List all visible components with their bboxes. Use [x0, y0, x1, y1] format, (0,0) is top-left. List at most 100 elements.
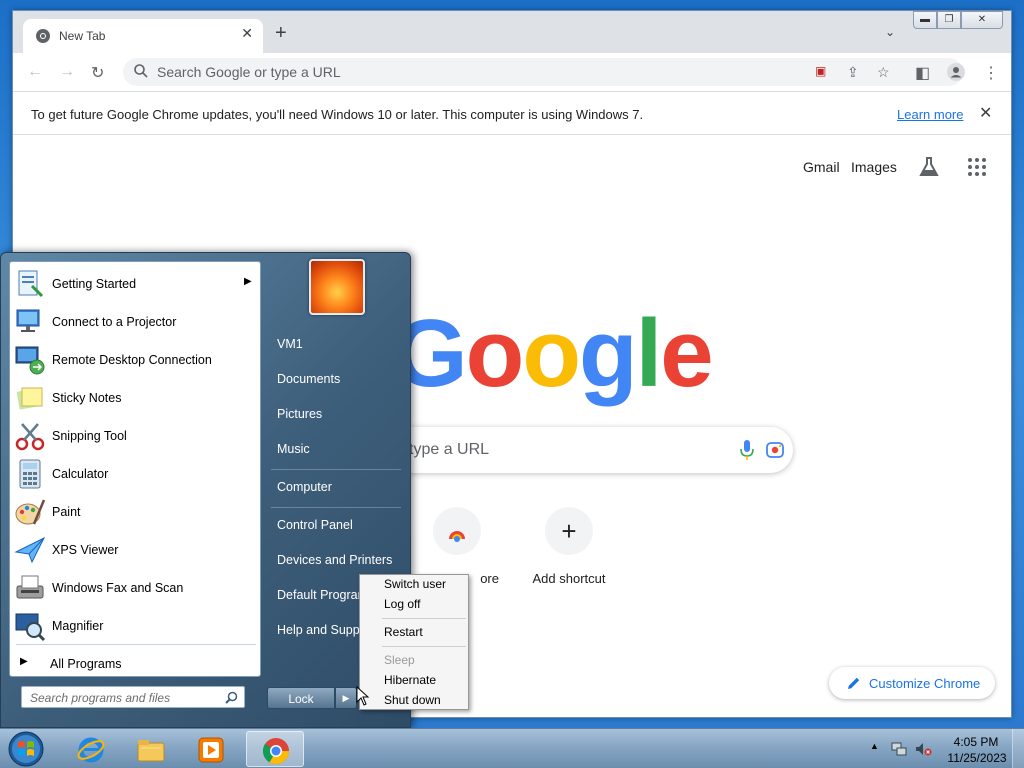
customize-chrome-button[interactable]: Customize Chrome	[829, 667, 995, 699]
search-icon	[134, 64, 148, 78]
right-item-devices-printers[interactable]: Devices and Printers	[269, 545, 405, 575]
add-shortcut-label: Add shortcut	[532, 571, 606, 586]
all-programs-label: All Programs	[50, 657, 122, 671]
gmail-link[interactable]: Gmail	[803, 159, 840, 175]
search-icon	[225, 691, 238, 704]
show-desktop-button[interactable]	[1012, 729, 1024, 768]
window-controls: ▬ ❐ ✕	[913, 11, 1003, 31]
address-bar[interactable]: Search Google or type a URL ▣ ⇪ ☆	[123, 58, 963, 86]
restore-button[interactable]: ❐	[937, 11, 961, 29]
program-snipping-tool[interactable]: Snipping Tool	[12, 418, 258, 454]
program-label: XPS Viewer	[52, 543, 119, 557]
right-item-control-panel[interactable]: Control Panel	[269, 510, 405, 540]
xps-viewer-icon	[14, 536, 46, 564]
right-item-label: Music	[277, 442, 310, 456]
taskbar-internet-explorer[interactable]	[62, 731, 120, 767]
program-magnifier[interactable]: Magnifier	[12, 608, 258, 644]
menu-item-label: Shut down	[384, 693, 441, 707]
start-menu: Getting Started ▶ Connect to a Projector…	[0, 252, 411, 728]
program-calculator[interactable]: Calculator	[12, 456, 258, 492]
web-store-icon	[449, 531, 465, 542]
program-label: Magnifier	[52, 619, 104, 633]
add-shortcut-tile[interactable]: + Add shortcut	[513, 507, 625, 595]
program-xps-viewer[interactable]: XPS Viewer	[12, 532, 258, 568]
power-options-arrow-icon[interactable]: ▶	[335, 687, 357, 709]
add-shortcut-circle: +	[545, 507, 593, 555]
program-connect-projector[interactable]: Connect to a Projector	[12, 304, 258, 340]
tab-close-icon[interactable]: ✕	[241, 25, 253, 42]
getting-started-icon	[18, 270, 44, 298]
menu-item-sleep: Sleep	[362, 651, 466, 671]
right-item-label: Pictures	[277, 407, 323, 421]
right-item-label: VM1	[277, 337, 303, 351]
taskbar-chrome[interactable]	[246, 731, 304, 767]
start-search-input[interactable]: Search programs and files	[21, 686, 245, 708]
right-item-documents[interactable]: Documents	[269, 364, 405, 394]
voice-search-mic-icon[interactable]	[739, 439, 755, 461]
right-item-music[interactable]: Music	[269, 434, 405, 464]
menu-item-switch-user[interactable]: Switch user	[362, 575, 466, 595]
program-remote-desktop[interactable]: Remote Desktop Connection	[12, 342, 258, 378]
kebab-menu-icon[interactable]: ⋮	[983, 63, 999, 83]
taskbar: ▲ 4:05 PM 11/25/2023	[0, 728, 1024, 768]
taskbar-media-player[interactable]	[182, 731, 240, 767]
show-hidden-icons-chevron-icon[interactable]: ▲	[870, 741, 879, 751]
images-link[interactable]: Images	[851, 159, 897, 175]
programs-pane: Getting Started ▶ Connect to a Projector…	[9, 261, 261, 677]
program-label: Paint	[52, 505, 81, 519]
menu-item-hibernate[interactable]: Hibernate	[362, 671, 466, 691]
user-avatar[interactable]	[309, 259, 365, 315]
calculator-icon	[19, 459, 41, 489]
program-label: Calculator	[52, 467, 109, 481]
program-label: Remote Desktop Connection	[52, 353, 212, 367]
infobar-close-icon[interactable]: ✕	[979, 103, 992, 123]
windows-start-orb-icon[interactable]	[6, 730, 46, 768]
ntp-search-placeholder: type a URL	[409, 441, 490, 458]
menu-item-log-off[interactable]: Log off	[362, 595, 466, 615]
clock-date[interactable]: 11/25/2023	[942, 751, 1012, 765]
tab-new-tab[interactable]: New Tab ✕	[23, 19, 263, 53]
remote-desktop-icon	[15, 346, 45, 375]
menu-item-restart[interactable]: Restart	[362, 623, 466, 643]
address-bar-placeholder: Search Google or type a URL	[157, 64, 341, 80]
network-icon[interactable]	[890, 740, 908, 758]
close-window-button[interactable]: ✕	[961, 11, 1003, 29]
blocked-popup-icon[interactable]: ▣	[815, 64, 826, 78]
pencil-icon	[848, 677, 860, 689]
google-apps-grid-icon[interactable]	[967, 157, 987, 177]
program-getting-started[interactable]: Getting Started ▶	[12, 266, 258, 302]
forward-arrow-icon[interactable]: →	[59, 63, 75, 81]
infobar-message: To get future Google Chrome updates, you…	[31, 107, 644, 122]
right-item-pictures[interactable]: Pictures	[269, 399, 405, 429]
tab-search-chevron-icon[interactable]: ⌄	[885, 25, 895, 39]
lock-button[interactable]: Lock	[267, 687, 335, 709]
right-item-label: Documents	[277, 372, 341, 386]
side-panel-icon[interactable]: ◧	[915, 63, 930, 83]
volume-muted-icon[interactable]	[914, 740, 932, 758]
program-paint[interactable]: Paint	[12, 494, 258, 530]
right-item-vm1[interactable]: VM1	[269, 329, 405, 359]
share-icon[interactable]: ⇪	[847, 64, 859, 81]
learn-more-link[interactable]: Learn more	[897, 107, 963, 122]
clock-time[interactable]: 4:05 PM	[946, 735, 1006, 749]
lock-label: Lock	[288, 692, 314, 706]
program-sticky-notes[interactable]: Sticky Notes	[12, 380, 258, 416]
back-arrow-icon[interactable]: ←	[27, 63, 43, 81]
bookmark-star-icon[interactable]: ☆	[877, 64, 890, 81]
right-item-label: Computer	[277, 480, 332, 494]
right-item-computer[interactable]: Computer	[269, 472, 405, 502]
new-tab-button[interactable]: +	[275, 23, 287, 43]
reload-icon[interactable]: ↻	[91, 63, 104, 83]
google-lens-icon[interactable]	[765, 440, 785, 460]
all-programs-button[interactable]: ▶ All Programs	[18, 654, 254, 676]
profile-avatar-icon[interactable]	[947, 63, 965, 81]
labs-flask-icon[interactable]	[917, 155, 941, 179]
menu-item-shut-down[interactable]: Shut down	[362, 691, 466, 711]
internet-explorer-icon	[77, 737, 105, 763]
customize-chrome-label: Customize Chrome	[869, 676, 981, 691]
program-fax-scan[interactable]: Windows Fax and Scan	[12, 570, 258, 606]
minimize-button[interactable]: ▬	[913, 11, 937, 29]
taskbar-windows-explorer[interactable]	[122, 731, 180, 767]
chrome-icon	[262, 738, 290, 765]
menu-item-label: Log off	[384, 597, 421, 611]
